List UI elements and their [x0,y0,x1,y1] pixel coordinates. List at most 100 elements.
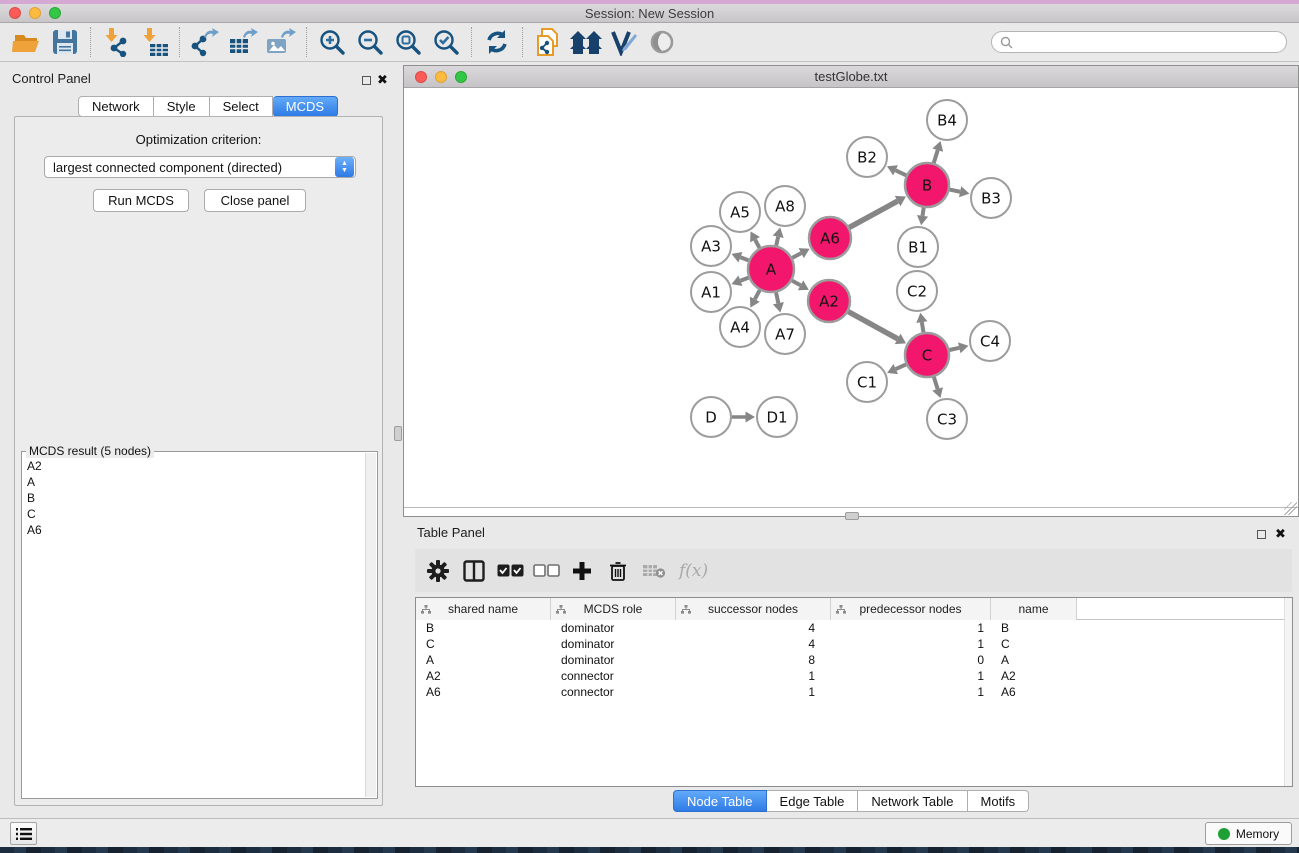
table-settings-button[interactable] [423,556,453,586]
mcds-result-item[interactable]: A2 [27,458,377,474]
minimize-window-button[interactable] [29,7,41,19]
control-panel: Control Panel ✖ NetworkStyleSelectMCDS O… [6,68,390,810]
node-table[interactable]: shared nameMCDS rolesuccessor nodesprede… [415,597,1293,787]
edge-A-A4[interactable] [755,290,760,299]
network-graph[interactable]: B4B2BB3A8A5A6A3B1AC2A1A2A4A7C4CC1DD1C3 [404,88,1298,498]
clone-network-button[interactable] [529,25,567,59]
zoom-fit-button[interactable] [389,25,427,59]
edge-B-B4[interactable] [934,150,938,163]
column-header-MCDS-role[interactable]: MCDS role [551,598,676,620]
zoom-out-button[interactable] [351,25,389,59]
control-panel-tab-style[interactable]: Style [154,96,210,117]
memory-button[interactable]: Memory [1205,822,1292,845]
table-tab-edge-table[interactable]: Edge Table [767,790,859,812]
delete-column-button[interactable] [603,556,633,586]
column-header-label: MCDS role [551,602,675,616]
hierarchy-icon [681,605,691,614]
edge-B-B3[interactable] [950,190,961,192]
zoom-in-button[interactable] [313,25,351,59]
table-tab-motifs[interactable]: Motifs [968,790,1030,812]
select-all-button[interactable] [495,556,525,586]
vertical-splitter-handle[interactable] [394,426,402,441]
edge-C-C2[interactable] [922,322,924,332]
mcds-result-item[interactable]: A [27,474,377,490]
save-session-button[interactable] [46,25,84,59]
float-table-panel-icon[interactable] [1257,530,1266,539]
create-column-button[interactable] [567,556,597,586]
edge-A6-B[interactable] [849,201,897,227]
optimization-criterion-dropdown[interactable]: largest connected component (directed) ▲… [44,156,356,178]
search-input[interactable] [1018,35,1278,49]
table-row[interactable]: Adominator80A [416,652,1292,668]
export-table-button[interactable] [224,25,262,59]
edge-A2-C[interactable] [848,312,897,339]
column-header-shared-name[interactable]: shared name [416,598,551,620]
search-field[interactable] [991,31,1287,53]
export-image-button[interactable] [262,25,300,59]
minimize-network-button[interactable] [435,71,447,83]
zoom-network-button[interactable] [455,71,467,83]
close-network-button[interactable] [415,71,427,83]
mcds-result-item[interactable]: B [27,490,377,506]
mcds-result-item[interactable]: C [27,506,377,522]
save-floppy-icon [52,29,78,55]
zoom-selected-button[interactable] [427,25,465,59]
column-header-name[interactable]: name [991,598,1077,620]
control-panel-tab-network[interactable]: Network [78,96,154,117]
edge-A-A7[interactable] [776,292,778,303]
edge-B-B1[interactable] [923,208,924,216]
edge-A-A2[interactable] [792,281,801,286]
table-row[interactable]: A6connector11A6 [416,684,1292,700]
close-window-button[interactable] [9,7,21,19]
float-panel-icon[interactable] [362,76,371,85]
edge-C-C3[interactable] [934,377,938,389]
table-scrollbar[interactable] [1284,598,1292,786]
node-label-D: D [705,408,717,426]
toolbar-separator [471,27,472,57]
control-panel-tab-select[interactable]: Select [210,96,273,117]
close-panel-button[interactable]: Close panel [204,189,306,212]
table-row[interactable]: A2connector11A2 [416,668,1292,684]
open-session-button[interactable] [8,25,46,59]
export-network-button[interactable] [186,25,224,59]
import-table-button[interactable] [135,25,173,59]
deselect-all-button[interactable] [531,556,561,586]
edge-A-A1[interactable] [740,278,748,281]
column-header-successor-nodes[interactable]: successor nodes [676,598,831,620]
edge-B-B2[interactable] [896,170,907,175]
import-network-button[interactable] [97,25,135,59]
table-cell: 1 [831,636,991,652]
table-tab-network-table[interactable]: Network Table [858,790,967,812]
column-header-predecessor-nodes[interactable]: predecessor nodes [831,598,991,620]
show-panels-button[interactable] [10,822,37,845]
close-table-panel-icon[interactable]: ✖ [1275,526,1286,542]
edge-C-C1[interactable] [896,364,906,369]
home-button[interactable] [567,25,605,59]
edge-A-A6[interactable] [792,253,801,258]
edge-A-A5[interactable] [755,240,759,248]
edge-A-A8[interactable] [776,237,778,246]
edge-A-A3[interactable] [740,257,748,260]
function-builder-button[interactable]: f(x) [679,561,708,581]
table-row[interactable]: Cdominator41C [416,636,1292,652]
table-row[interactable]: Bdominator41B [416,620,1292,636]
table-tab-node-table[interactable]: Node Table [673,790,767,812]
node-label-A4: A4 [730,318,750,336]
edge-C-C4[interactable] [949,348,959,350]
checked-boxes-icon [497,564,524,577]
mcds-result-scrollbar[interactable] [365,453,376,797]
close-panel-icon[interactable]: ✖ [377,72,388,88]
mcds-result-item[interactable]: A6 [27,522,377,538]
hide-graphics-details-button[interactable] [605,25,643,59]
delete-table-button[interactable] [639,556,669,586]
control-panel-tab-mcds[interactable]: MCDS [273,96,338,117]
network-canvas[interactable]: B4B2BB3A8A5A6A3B1AC2A1A2A4A7C4CC1DD1C3 [404,88,1298,507]
show-columns-button[interactable] [459,556,489,586]
network-window-titlebar[interactable]: testGlobe.txt [404,66,1298,88]
run-mcds-button[interactable]: Run MCDS [93,189,189,212]
apply-layout-button[interactable] [478,25,516,59]
birds-eye-view-button[interactable] [643,25,681,59]
resize-grip-icon[interactable] [1284,502,1297,515]
zoom-window-button[interactable] [49,7,61,19]
horizontal-splitter-handle[interactable] [845,512,859,520]
